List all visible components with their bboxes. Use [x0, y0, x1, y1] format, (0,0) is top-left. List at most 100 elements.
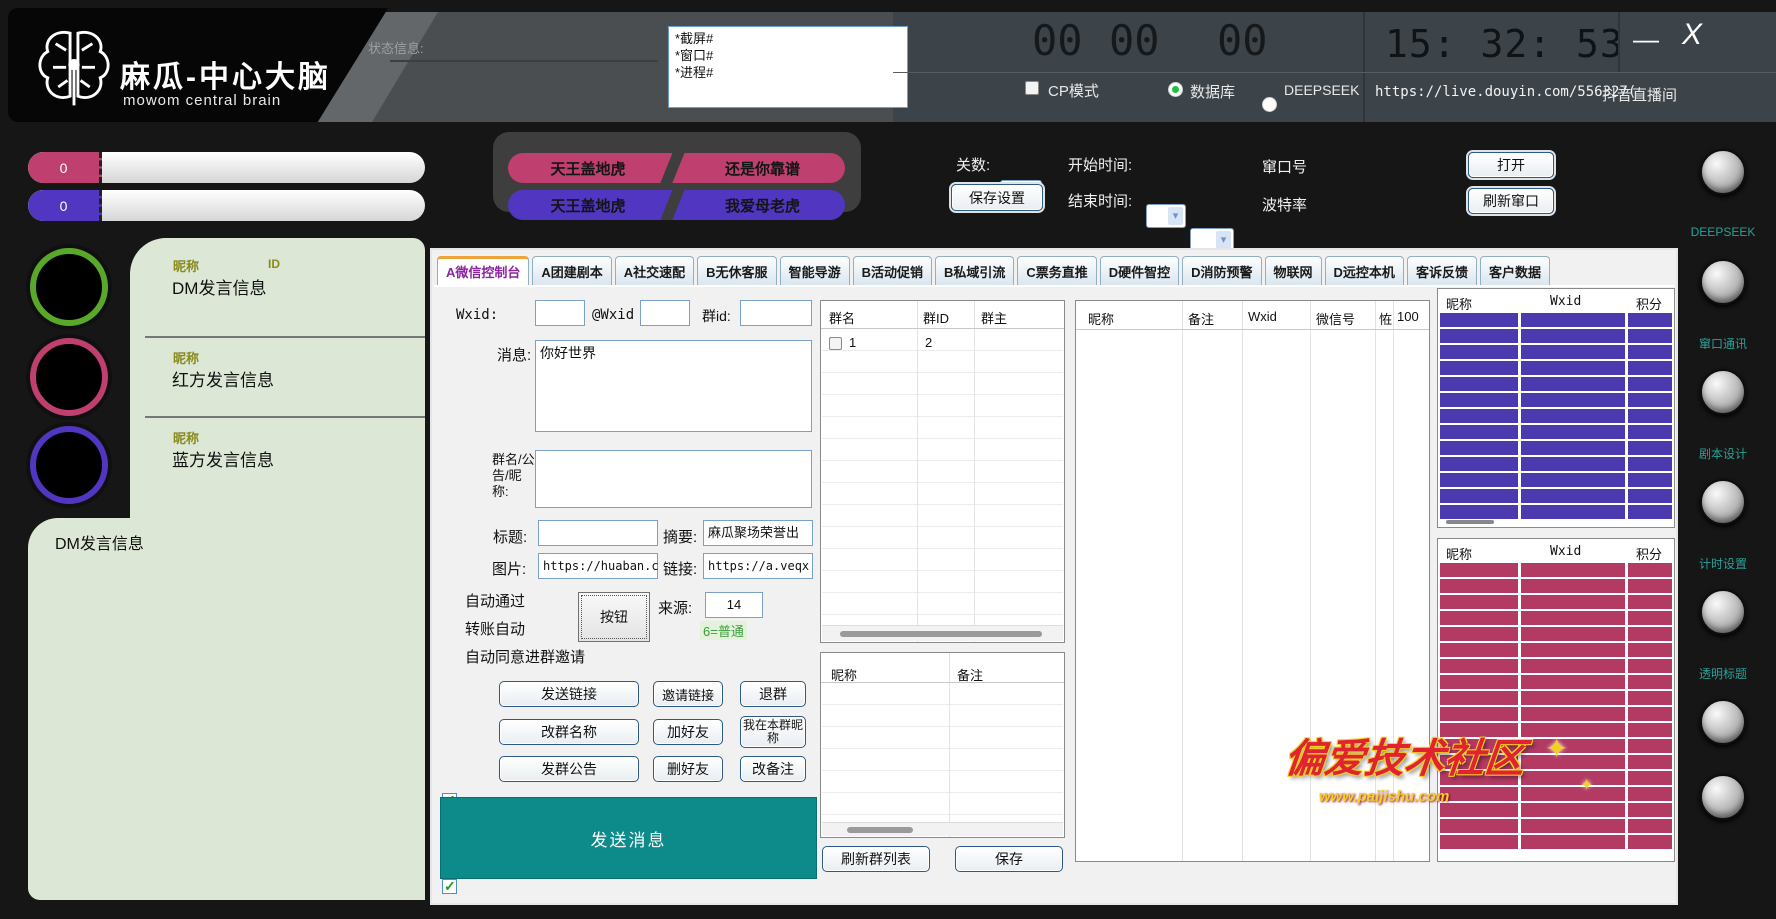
sidebar-knob-button-3[interactable]	[1700, 369, 1746, 415]
column-header[interactable]: 群ID	[923, 308, 949, 327]
sidebar-knob-button-1[interactable]	[1700, 149, 1746, 195]
tab-5[interactable]: 智能导游	[780, 256, 850, 287]
rename-group-button[interactable]: 改群名称	[499, 719, 639, 745]
red-score-table[interactable]: 昵称 Wxid 积分	[1437, 538, 1675, 862]
scrollbar-thumb[interactable]	[1446, 520, 1494, 524]
deepseek-radio[interactable]	[1262, 97, 1277, 112]
column-header[interactable]: 群主	[981, 308, 1007, 327]
group-id-input[interactable]	[740, 300, 812, 326]
column-header[interactable]: 昵称	[1446, 544, 1472, 563]
macro-textbox[interactable]: *截屏# *窗口# *进程#	[668, 26, 908, 108]
sidebar-knob-button-2[interactable]	[1700, 259, 1746, 305]
live-url-field[interactable]: https://live.douyin.com/556327(	[1375, 84, 1636, 100]
quiz-pill-blue[interactable]: 天王盖地虎 我爱母老虎	[508, 190, 845, 220]
tab-13[interactable]: 客诉反馈	[1407, 256, 1477, 287]
column-header[interactable]: 积分	[1636, 544, 1662, 563]
column-header[interactable]: 积分	[1636, 294, 1662, 313]
group-id-cell[interactable]: 2	[925, 335, 932, 350]
tab-3[interactable]: A社交速配	[615, 256, 694, 287]
tab-1[interactable]: A微信控制台	[437, 256, 529, 287]
tab-7[interactable]: B私域引流	[935, 256, 1014, 287]
red-team-avatar[interactable]	[30, 338, 108, 416]
scrollbar-thumb[interactable]	[847, 827, 913, 833]
auto-join-checkbox[interactable]	[442, 879, 457, 894]
open-port-button[interactable]: 打开	[1468, 152, 1554, 178]
quiz-pill-red[interactable]: 天王盖地虎 还是你靠谱	[508, 153, 845, 183]
message-textarea[interactable]: 你好世界	[535, 340, 812, 432]
send-link-button[interactable]: 发送链接	[499, 681, 639, 707]
member-table[interactable]: 昵称 备注	[820, 652, 1065, 838]
delete-friend-button[interactable]: 删好友	[653, 756, 723, 782]
minimize-button[interactable]: —	[1633, 24, 1659, 55]
horizontal-scrollbar[interactable]	[822, 822, 1063, 836]
add-friend-button[interactable]: 加好友	[653, 719, 723, 745]
column-header[interactable]: 微信号	[1316, 309, 1355, 328]
score-cell	[1521, 627, 1625, 641]
save-settings-button[interactable]: 保存设置	[951, 184, 1043, 211]
column-header[interactable]: 昵称	[1446, 294, 1472, 313]
generic-button[interactable]: 按钮	[578, 592, 650, 642]
score-cell	[1628, 835, 1672, 849]
cp-mode-checkbox[interactable]	[1025, 81, 1039, 95]
save-button[interactable]: 保存	[955, 846, 1063, 872]
tab-4[interactable]: B无休客服	[697, 256, 776, 287]
column-header[interactable]: 100	[1397, 309, 1419, 324]
column-header[interactable]: 恠	[1379, 309, 1392, 328]
score-row	[1440, 803, 1672, 817]
close-button[interactable]: X	[1682, 18, 1702, 52]
refresh-group-list-button[interactable]: 刷新群列表	[822, 846, 930, 872]
score-cell	[1440, 505, 1518, 519]
column-header[interactable]: 昵称	[1088, 309, 1114, 328]
tab-10[interactable]: D消防预警	[1182, 256, 1261, 287]
source-input[interactable]: 14	[705, 592, 763, 618]
blue-score-table[interactable]: 昵称 Wxid 积分	[1437, 288, 1675, 528]
image-url-input[interactable]: https://huaban.c	[538, 553, 658, 579]
group-name-cell[interactable]: 1	[849, 335, 856, 350]
refresh-port-button[interactable]: 刷新窜口	[1468, 188, 1554, 214]
tab-11[interactable]: 物联网	[1265, 256, 1322, 287]
tab-12[interactable]: D远控本机	[1325, 256, 1404, 287]
cp-mode-label: CP模式	[1048, 80, 1099, 101]
column-header[interactable]: Wxid	[1550, 544, 1581, 559]
sidebar-knob-button-5[interactable]	[1700, 589, 1746, 635]
blue-team-avatar[interactable]	[30, 426, 108, 504]
horizontal-scrollbar[interactable]	[822, 625, 1063, 641]
wxid-input[interactable]	[535, 300, 585, 326]
group-row-checkbox[interactable]	[829, 337, 842, 350]
start-hour-dropdown[interactable]	[1146, 204, 1186, 228]
my-group-nickname-button[interactable]: 我在本群昵称	[740, 716, 806, 748]
leave-group-button[interactable]: 退群	[740, 681, 806, 707]
summary-input[interactable]: 麻瓜聚场荣誉出	[703, 520, 813, 546]
tab-6[interactable]: B活动促销	[853, 256, 932, 287]
group-field-textarea[interactable]	[535, 450, 812, 508]
score-cell	[1521, 457, 1625, 471]
tab-9[interactable]: D硬件智控	[1100, 256, 1179, 287]
column-header[interactable]: 群名	[829, 308, 855, 327]
column-header[interactable]: 备注	[1188, 309, 1214, 328]
column-divider	[949, 653, 950, 837]
tab-8[interactable]: C票务直推	[1017, 256, 1096, 287]
auto-join-label: 自动同意进群邀请	[465, 646, 585, 667]
invite-link-button[interactable]: 邀请链接	[653, 681, 723, 707]
dm-avatar[interactable]	[30, 248, 108, 326]
title-input[interactable]	[538, 520, 658, 546]
score-cell	[1521, 361, 1625, 375]
send-message-button[interactable]: 发送消息	[440, 797, 817, 879]
sidebar-knob-button-4[interactable]	[1700, 479, 1746, 525]
link-url-input[interactable]: https://a.veqx	[703, 553, 813, 579]
edit-remark-button[interactable]: 改备注	[740, 756, 806, 782]
at-wxid-input[interactable]	[640, 300, 690, 326]
scrollbar-thumb[interactable]	[840, 631, 1042, 637]
column-header[interactable]: Wxid	[1248, 309, 1277, 324]
tab-2[interactable]: A团建剧本	[532, 256, 611, 287]
group-announcement-button[interactable]: 发群公告	[499, 756, 639, 782]
app-subtitle: mowom central brain	[123, 92, 281, 109]
sidebar-knob-button-7[interactable]	[1700, 774, 1746, 820]
tab-14[interactable]: 客户数据	[1480, 256, 1550, 287]
sidebar-knob-button-6[interactable]	[1700, 699, 1746, 745]
database-radio[interactable]	[1168, 82, 1183, 97]
column-header[interactable]: Wxid	[1550, 294, 1581, 309]
group-table[interactable]: 群名 群ID 群主 1 2	[820, 300, 1065, 643]
start-minute-dropdown[interactable]	[1190, 228, 1234, 252]
score-cell	[1628, 473, 1672, 487]
